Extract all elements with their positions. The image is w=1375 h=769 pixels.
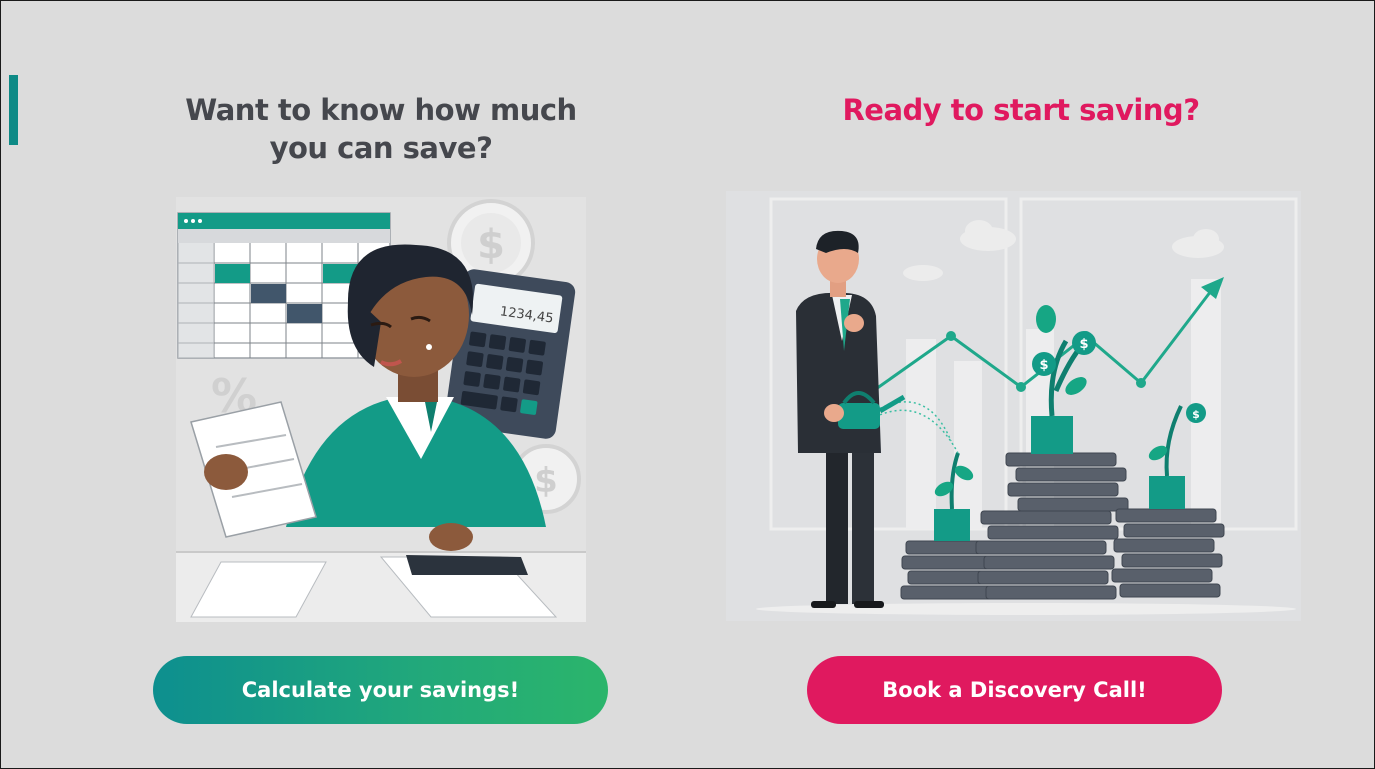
- calculate-savings-button[interactable]: Calculate your savings!: [153, 656, 608, 724]
- accountant-illustration: $ $ % 1234,45: [176, 197, 586, 622]
- svg-text:$: $: [1192, 408, 1200, 421]
- savings-question-heading: Want to know how much you can save?: [185, 93, 577, 165]
- growth-investment-illustration: $ $ $: [726, 191, 1301, 621]
- svg-text:$: $: [477, 222, 505, 268]
- accent-bar: [9, 75, 18, 145]
- svg-text:$: $: [1039, 358, 1048, 373]
- svg-text:$: $: [534, 461, 558, 501]
- book-discovery-call-button[interactable]: Book a Discovery Call!: [807, 656, 1222, 724]
- slide-frame: Want to know how much you can save? $ $ …: [0, 0, 1375, 769]
- start-saving-heading: Ready to start saving?: [842, 93, 1200, 127]
- svg-text:$: $: [1079, 337, 1088, 352]
